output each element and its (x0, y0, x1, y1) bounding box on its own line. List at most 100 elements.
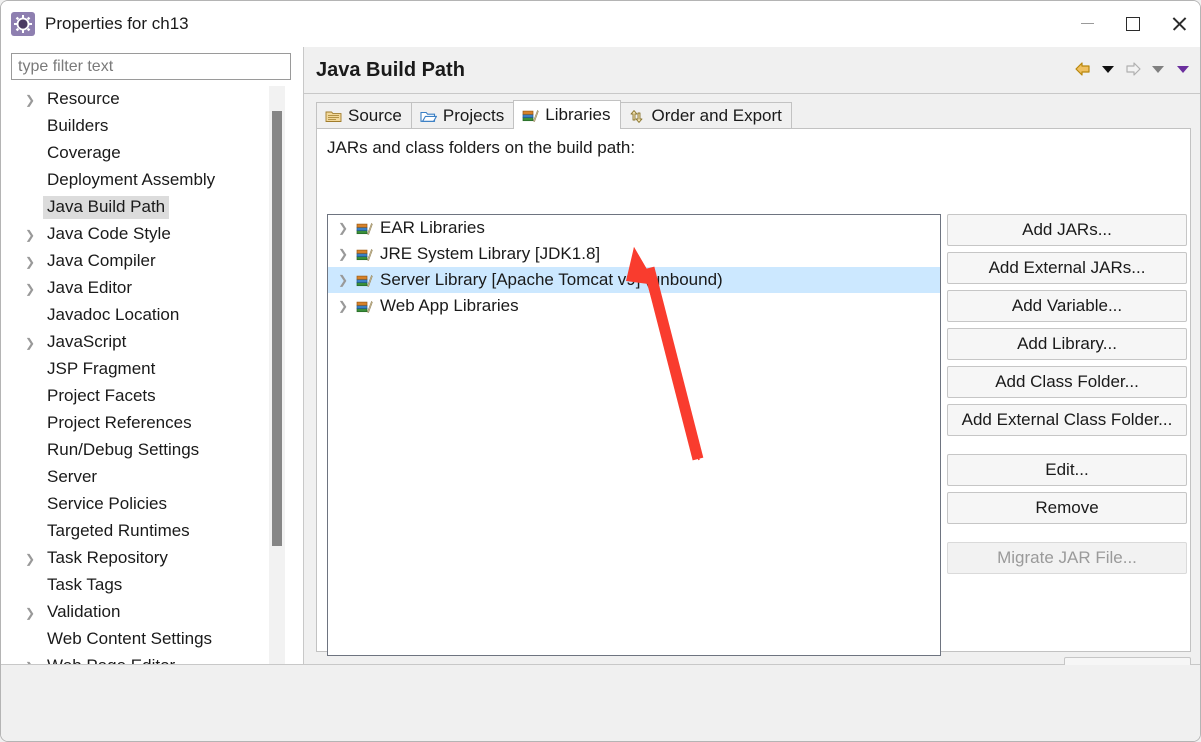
tab-source[interactable]: Source (316, 102, 412, 129)
maximize-icon (1126, 16, 1140, 31)
back-arrow-icon (1075, 62, 1090, 76)
preferences-tree[interactable]: ❯Resource❯Builders❯Coverage❯Deployment A… (11, 86, 299, 664)
sidebar-item-label: Targeted Runtimes (47, 521, 190, 540)
content-panel: Java Build Path Source Projects Librarie… (303, 47, 1200, 691)
chevron-right-icon[interactable]: ❯ (338, 247, 356, 261)
library-books-icon (356, 222, 373, 235)
chevron-right-icon[interactable]: ❯ (25, 93, 43, 107)
add-external-class-folder-button[interactable]: Add External Class Folder... (947, 404, 1187, 436)
back-history-menu-button[interactable] (1097, 57, 1119, 81)
chevron-down-icon (1102, 65, 1114, 73)
close-icon (1171, 16, 1187, 32)
sidebar-item-java-compiler[interactable]: ❯ Java Compiler (11, 248, 279, 275)
sidebar-item-builders[interactable]: ❯Builders (11, 113, 279, 140)
sidebar-item-label: Resource (47, 89, 120, 108)
window-title: Properties for ch13 (45, 13, 189, 33)
chevron-right-icon[interactable]: ❯ (338, 221, 356, 235)
chevron-right-icon[interactable]: ❯ (338, 299, 356, 313)
sidebar-item-javadoc-location[interactable]: ❯Javadoc Location (11, 302, 279, 329)
add-class-folder-button[interactable]: Add Class Folder... (947, 366, 1187, 398)
remove-button[interactable]: Remove (947, 492, 1187, 524)
chevron-right-icon[interactable]: ❯ (338, 273, 356, 287)
library-books-icon (522, 109, 540, 122)
properties-dialog: Properties for ch13 ❯Resource❯Builders❯C… (0, 0, 1201, 742)
chevron-right-icon[interactable]: ❯ (25, 552, 43, 566)
open-folder-icon (420, 109, 437, 124)
sidebar-item-resource[interactable]: ❯ Resource (11, 86, 279, 113)
sidebar-item-deployment-assembly[interactable]: ❯Deployment Assembly (11, 167, 279, 194)
forward-history-menu-button[interactable] (1147, 57, 1169, 81)
sidebar-item-label: Service Policies (47, 494, 167, 513)
library-list-item[interactable]: ❯ EAR Libraries (328, 215, 940, 241)
preferences-tree-list: ❯Resource❯Builders❯Coverage❯Deployment A… (11, 86, 279, 664)
sidebar-item-javascript[interactable]: ❯ JavaScript (11, 329, 279, 356)
sidebar-item-task-repository[interactable]: ❯ Task Repository (11, 545, 279, 572)
sidebar-item-web-content-settings[interactable]: ❯Web Content Settings (11, 626, 279, 653)
library-list-item[interactable]: ❯ Server Library [Apache Tomcat v9] (unbo… (328, 267, 940, 293)
library-books-icon (356, 247, 373, 262)
tab-order-and-export[interactable]: Order and Export (619, 102, 792, 129)
tab-label: Libraries (545, 105, 611, 124)
forward-button[interactable] (1122, 57, 1144, 81)
chevron-right-icon[interactable]: ❯ (25, 282, 43, 296)
sidebar-item-label: Deployment Assembly (47, 170, 216, 189)
sidebar-item-jsp-fragment[interactable]: ❯JSP Fragment (11, 356, 279, 383)
library-books-icon (356, 273, 373, 288)
tree-scrollbar-track[interactable] (269, 86, 285, 664)
view-menu-button[interactable] (1172, 57, 1194, 81)
minimize-icon (1080, 23, 1094, 24)
add-variable-button[interactable]: Add Variable... (947, 290, 1187, 322)
sidebar-item-java-editor[interactable]: ❯ Java Editor (11, 275, 279, 302)
chevron-right-icon[interactable]: ❯ (25, 336, 43, 350)
libraries-list[interactable]: ❯ EAR Libraries ❯ JRE System Library [JDK1.… (327, 214, 941, 656)
library-list-item[interactable]: ❯ JRE System Library [JDK1.8] (328, 241, 940, 267)
tab-label: Source (348, 106, 402, 125)
migrate-jar-file-button: Migrate JAR File... (947, 542, 1187, 574)
sidebar-item-project-references[interactable]: ❯Project References (11, 410, 279, 437)
tree-scrollbar-thumb[interactable] (272, 111, 282, 546)
forward-arrow-icon (1126, 62, 1141, 76)
sidebar-item-label: Task Repository (47, 548, 168, 567)
edit-button[interactable]: Edit... (947, 454, 1187, 486)
maximize-button[interactable] (1110, 1, 1156, 46)
library-list-item[interactable]: ❯ Web App Libraries (328, 293, 940, 319)
library-item-label: EAR Libraries (380, 218, 485, 237)
library-books-icon (356, 248, 373, 261)
chevron-right-icon[interactable]: ❯ (25, 228, 43, 242)
sidebar-item-web-page-editor[interactable]: ❯Web Page Editor (11, 653, 279, 664)
sidebar-item-label: Java Build Path (43, 196, 170, 219)
tab-bar: Source Projects Libraries Order and Export (316, 100, 792, 129)
minimize-button[interactable] (1064, 1, 1110, 46)
close-button[interactable] (1156, 1, 1200, 46)
sidebar-item-validation[interactable]: ❯ Validation (11, 599, 279, 626)
sidebar-item-coverage[interactable]: ❯Coverage (11, 140, 279, 167)
source-folder-icon (325, 109, 342, 124)
filter-input[interactable] (11, 53, 291, 80)
sidebar-item-label: Java Compiler (47, 251, 156, 270)
chevron-right-icon[interactable]: ❯ (25, 606, 43, 620)
tab-projects[interactable]: Projects (410, 102, 515, 129)
sidebar-item-label: Builders (47, 116, 109, 135)
sidebar-item-java-build-path[interactable]: ❯Java Build Path (11, 194, 279, 221)
sidebar-item-server[interactable]: ❯Server (11, 464, 279, 491)
sidebar-item-label: JavaScript (47, 332, 127, 351)
sidebar-item-java-code-style[interactable]: ❯ Java Code Style (11, 221, 279, 248)
tab-libraries[interactable]: Libraries (513, 100, 621, 129)
sidebar-item-label: Task Tags (47, 575, 123, 594)
sidebar-item-service-policies[interactable]: ❯Service Policies (11, 491, 279, 518)
add-jars-button[interactable]: Add JARs... (947, 214, 1187, 246)
libraries-tab-panel: JARs and class folders on the build path… (316, 128, 1191, 656)
sidebar-item-task-tags[interactable]: ❯Task Tags (11, 572, 279, 599)
sidebar-item-label: Javadoc Location (47, 305, 180, 324)
sidebar-item-targeted-runtimes[interactable]: ❯Targeted Runtimes (11, 518, 279, 545)
chevron-right-icon[interactable]: ❯ (25, 255, 43, 269)
library-books-icon (356, 299, 373, 314)
sidebar-item-run-debug-settings[interactable]: ❯Run/Debug Settings (11, 437, 279, 464)
library-books-icon (356, 300, 373, 313)
library-item-label: Server Library [Apache Tomcat v9] (unbou… (380, 270, 723, 289)
page-title: Java Build Path (316, 59, 465, 81)
add-library-button[interactable]: Add Library... (947, 328, 1187, 360)
sidebar-item-project-facets[interactable]: ❯Project Facets (11, 383, 279, 410)
back-button[interactable] (1072, 57, 1094, 81)
add-external-jars-button[interactable]: Add External JARs... (947, 252, 1187, 284)
